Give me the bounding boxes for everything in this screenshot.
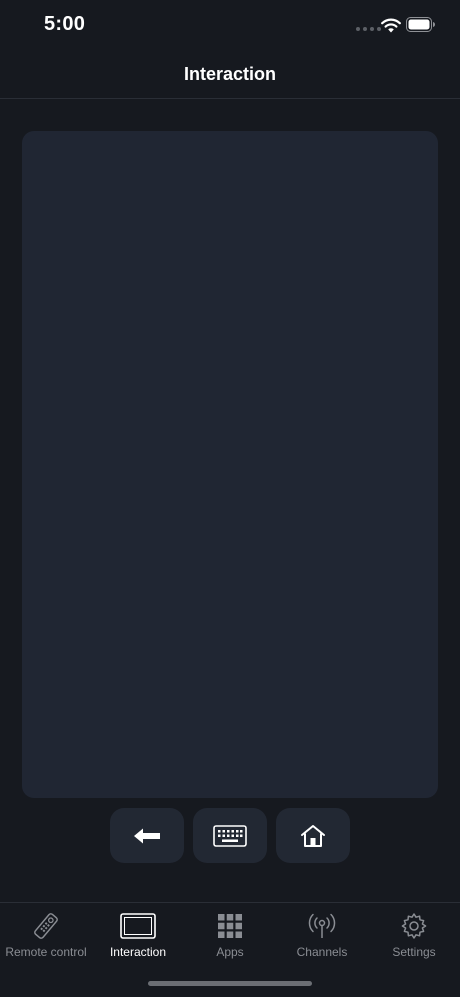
house-icon xyxy=(301,824,325,847)
page-title: Interaction xyxy=(183,64,276,84)
navigation-bar: Interaction xyxy=(0,52,460,99)
control-buttons xyxy=(0,808,460,864)
status-bar: 5:00 xyxy=(0,0,460,52)
keyboard-button[interactable] xyxy=(193,808,267,863)
gear-icon xyxy=(401,913,427,939)
tab-settings[interactable]: Settings xyxy=(368,903,460,973)
home-button[interactable] xyxy=(276,808,350,863)
home-indicator xyxy=(148,981,312,986)
remote-icon xyxy=(34,913,58,939)
battery-icon xyxy=(406,17,435,32)
tab-apps[interactable]: Apps xyxy=(184,903,276,973)
back-button[interactable] xyxy=(110,808,184,863)
signal-dots-icon xyxy=(356,27,381,31)
arrow-left-icon xyxy=(134,828,160,843)
antenna-icon xyxy=(308,913,336,938)
tab-label: Apps xyxy=(216,945,244,959)
tab-remote-control[interactable]: Remote control xyxy=(0,903,92,973)
tab-label: Channels xyxy=(296,945,348,959)
tab-interaction[interactable]: Interaction xyxy=(92,903,184,973)
grid-icon xyxy=(218,914,242,938)
tab-label: Remote control xyxy=(5,945,87,959)
screen-icon xyxy=(120,913,156,939)
touchpad-area[interactable] xyxy=(22,131,438,798)
wifi-icon xyxy=(381,18,401,33)
keyboard-icon xyxy=(213,824,247,847)
tab-channels[interactable]: Channels xyxy=(276,903,368,973)
tab-label: Interaction xyxy=(109,945,167,959)
tab-label: Settings xyxy=(392,945,436,959)
status-time: 5:00 xyxy=(44,13,86,35)
